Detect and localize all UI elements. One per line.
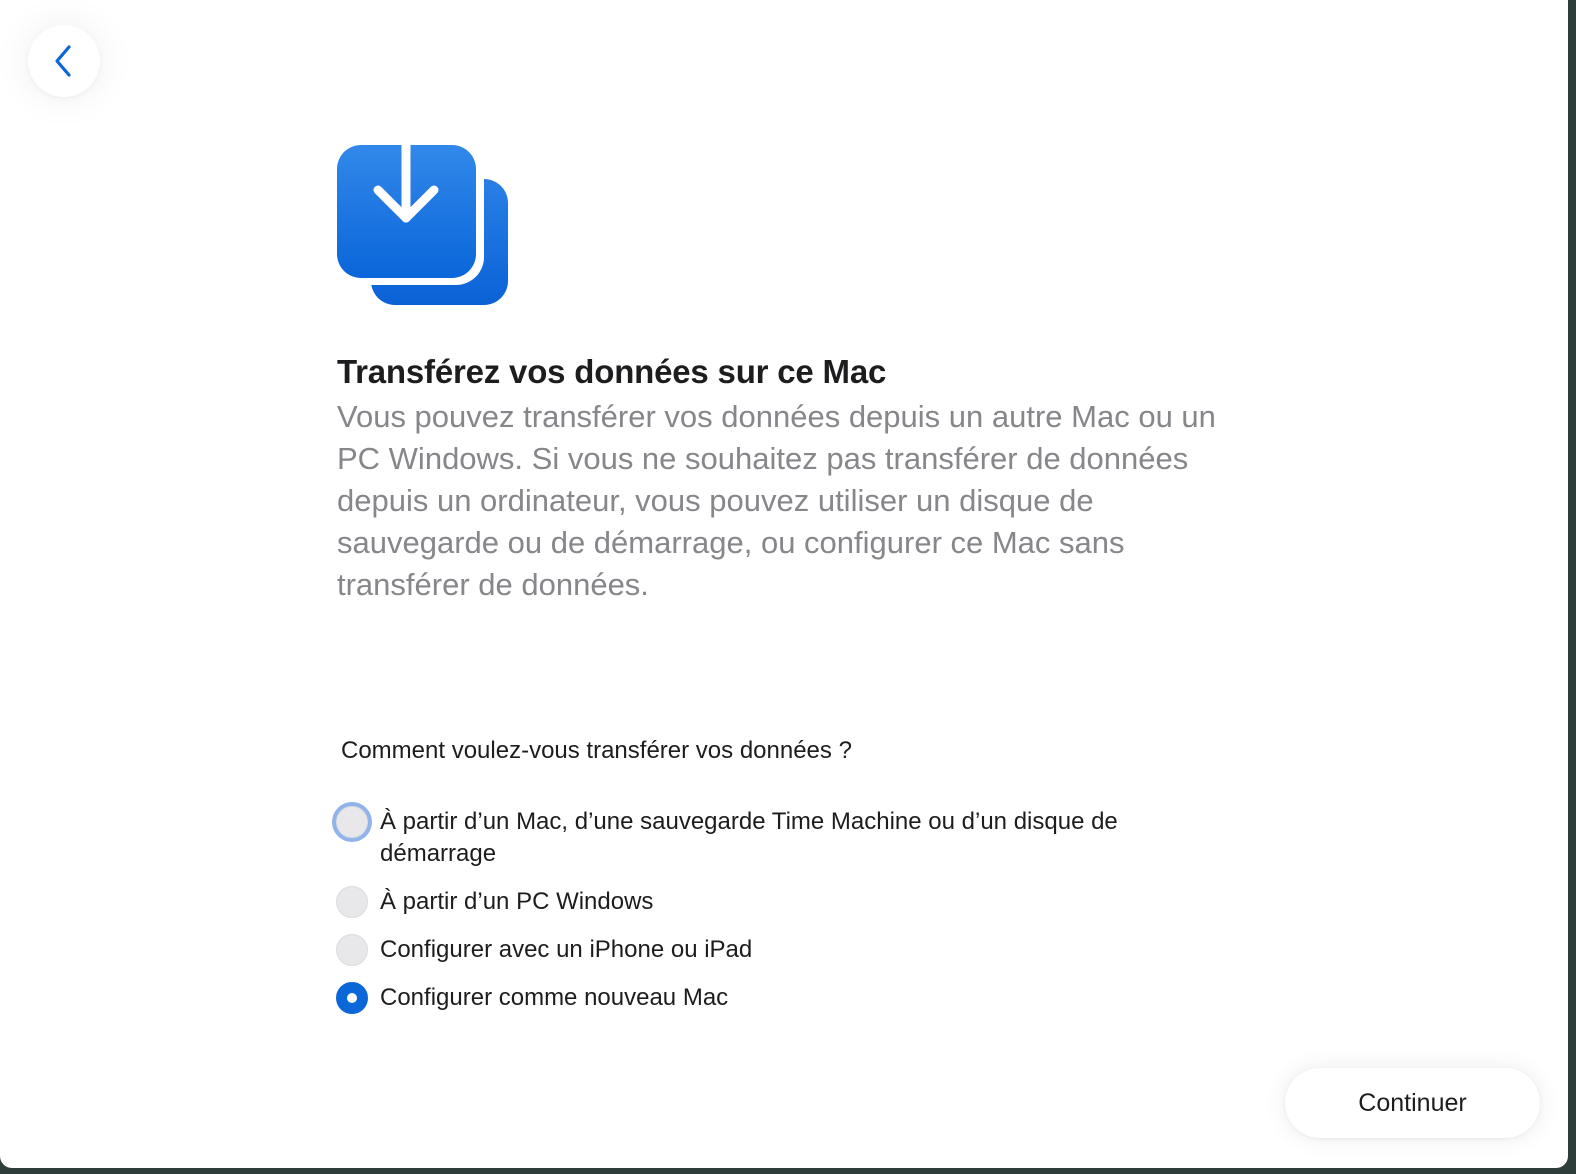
back-button[interactable]	[28, 25, 100, 97]
option-new-mac[interactable]: Configurer comme nouveau Mac	[336, 982, 1180, 1014]
page-description: Vous pouvez transférer vos données depui…	[337, 399, 1216, 602]
option-iphone-ipad[interactable]: Configurer avec un iPhone ou iPad	[336, 934, 1180, 966]
radio-button[interactable]	[336, 886, 368, 918]
page-title: Transférez vos données sur ce Mac	[337, 353, 887, 390]
radio-button[interactable]	[336, 806, 368, 838]
transfer-question: Comment voulez-vous transférer vos donné…	[341, 737, 852, 764]
radio-button[interactable]	[336, 934, 368, 966]
option-mac-timemachine[interactable]: À partir d’un Mac, d’une sauvegarde Time…	[336, 806, 1180, 870]
option-windows-pc[interactable]: À partir d’un PC Windows	[336, 886, 1180, 918]
option-label: À partir d’un PC Windows	[380, 888, 654, 915]
option-label: Configurer avec un iPhone ou iPad	[380, 936, 753, 963]
chevron-left-icon	[55, 45, 71, 77]
continue-button[interactable]: Continuer	[1285, 1068, 1540, 1138]
download-transfer-icon	[336, 106, 508, 305]
option-label: À partir d’un Mac, d’une sauvegarde Time…	[380, 808, 1118, 867]
setup-assistant-window: Transférez vos données sur ce Mac Vous p…	[0, 0, 1568, 1168]
radio-dot	[347, 993, 357, 1003]
radio-button-selected[interactable]	[336, 982, 368, 1014]
option-label: Configurer comme nouveau Mac	[380, 984, 729, 1011]
